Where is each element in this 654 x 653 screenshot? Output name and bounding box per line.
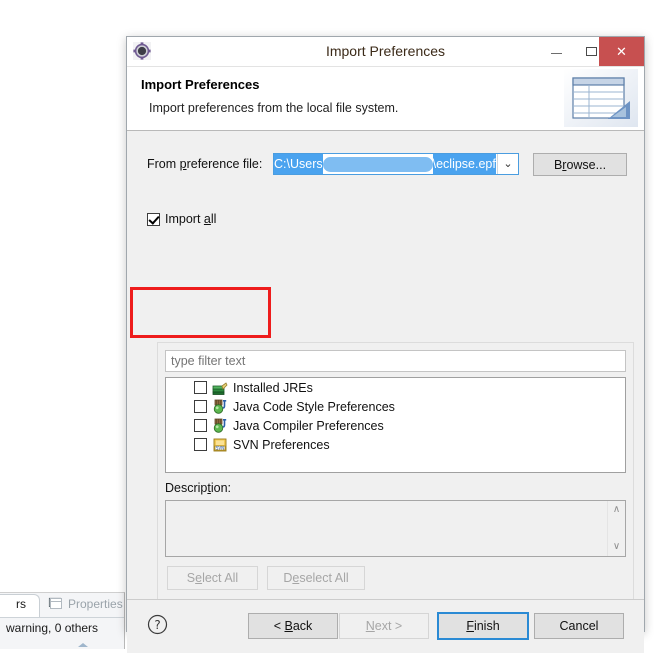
list-item[interactable]: Installed JREs xyxy=(166,378,625,397)
select-all-prefix: S xyxy=(187,571,195,585)
import-all-checkbox[interactable] xyxy=(147,213,160,226)
import-all-accel: a xyxy=(204,212,211,226)
background-tab-row: rs ⌧ Properties xyxy=(0,593,124,618)
dialog-body: From preference file: C:\Users \eclipse.e… xyxy=(127,131,644,599)
background-status-text: warning, 0 others xyxy=(6,621,98,635)
desc-suffix: ion: xyxy=(211,481,231,495)
select-all-suffix: lect All xyxy=(202,571,238,585)
path-prefix: C:\Users xyxy=(274,154,323,174)
scroll-up-icon[interactable]: ∧ xyxy=(608,503,625,517)
preference-file-label: From preference file: xyxy=(147,157,262,171)
maximize-icon xyxy=(586,47,597,56)
cancel-button[interactable]: Cancel xyxy=(534,613,624,639)
collapse-caret-icon xyxy=(78,643,88,647)
preference-file-value[interactable]: C:\Users \eclipse.epf xyxy=(274,154,496,174)
preferences-group-panel: Installed JREs xyxy=(157,342,634,618)
dialog-title-bar: Import Preferences ✕ xyxy=(127,37,644,67)
tree-item-checkbox[interactable] xyxy=(194,381,207,394)
annotation-highlight-rectangle xyxy=(130,287,271,338)
background-view-panel: rs ⌧ Properties warning, 0 others xyxy=(0,592,125,649)
svg-text:?: ? xyxy=(154,618,160,632)
installed-jres-icon xyxy=(212,380,228,396)
path-suffix: \eclipse.epf xyxy=(433,154,496,174)
close-icon: ✕ xyxy=(599,37,644,66)
banner-subtitle: Import preferences from the local file s… xyxy=(149,101,398,115)
import-table-banner-icon xyxy=(564,69,638,127)
preference-file-combo[interactable]: C:\Users \eclipse.epf ⌄ xyxy=(273,153,519,175)
finish-accel: F xyxy=(466,619,474,633)
chevron-down-icon[interactable]: ⌄ xyxy=(497,154,518,174)
back-accel: B xyxy=(284,619,292,633)
next-button[interactable]: Next > xyxy=(339,613,429,639)
scroll-down-icon[interactable]: ∨ xyxy=(608,540,625,554)
description-scrollbar[interactable]: ∧ ∨ xyxy=(607,501,625,556)
list-item-label: Java Compiler Preferences xyxy=(233,419,384,433)
minimize-icon xyxy=(551,53,562,54)
redacted-path-segment xyxy=(323,157,433,172)
banner-title: Import Preferences xyxy=(141,77,260,92)
list-item[interactable]: Java Code Style Preferences xyxy=(166,397,625,416)
desc-prefix: Descrip xyxy=(165,481,207,495)
select-all-button[interactable]: Select All xyxy=(167,566,258,590)
import-all-suffix: ll xyxy=(211,212,217,226)
svg-text:SVN: SVN xyxy=(216,445,224,450)
tree-item-checkbox[interactable] xyxy=(194,419,207,432)
deselect-all-prefix: D xyxy=(283,571,292,585)
list-item-label: Installed JREs xyxy=(233,381,313,395)
browse-button[interactable]: Browse... xyxy=(533,153,627,176)
description-label: Description: xyxy=(165,481,231,495)
background-active-tab-label: rs xyxy=(16,597,26,611)
next-suffix: ext > xyxy=(375,619,402,633)
help-icon[interactable]: ? xyxy=(147,614,168,635)
tree-item-checkbox[interactable] xyxy=(194,438,207,451)
browse-suffix: owse... xyxy=(566,158,606,172)
back-prefix: < xyxy=(274,619,285,633)
dialog-footer: ? < Back Next > Finish Cancel xyxy=(127,599,644,653)
back-button[interactable]: < Back xyxy=(248,613,338,639)
background-properties-tab[interactable]: Properties xyxy=(68,597,123,611)
list-item-label: SVN Preferences xyxy=(233,438,330,452)
label-accel: p xyxy=(180,157,187,171)
svn-preferences-icon: SVN xyxy=(212,437,228,453)
import-all-label: Import all xyxy=(165,212,216,226)
deselect-all-suffix: select All xyxy=(299,571,348,585)
finish-button[interactable]: Finish xyxy=(438,613,528,639)
minimize-button[interactable] xyxy=(539,37,574,66)
preferences-tree[interactable]: Installed JREs xyxy=(165,377,626,473)
import-preferences-dialog: Import Preferences ✕ Import Preferences … xyxy=(126,36,645,632)
import-all-prefix: Import xyxy=(165,212,204,226)
list-item-label: Java Code Style Preferences xyxy=(233,400,395,414)
back-suffix: ack xyxy=(293,619,312,633)
preference-file-row: From preference file: C:\Users \eclipse.e… xyxy=(127,153,644,177)
list-item[interactable]: Java Compiler Preferences xyxy=(166,416,625,435)
java-preferences-icon xyxy=(212,399,228,415)
dialog-banner: Import Preferences Import preferences fr… xyxy=(127,67,644,131)
finish-suffix: inish xyxy=(474,619,500,633)
next-accel: N xyxy=(366,619,375,633)
close-button[interactable]: ✕ xyxy=(599,37,644,66)
java-preferences-icon xyxy=(212,418,228,434)
import-all-row[interactable]: Import all xyxy=(147,212,216,226)
deselect-all-button[interactable]: Deselect All xyxy=(267,566,365,590)
description-textarea[interactable]: ∧ ∨ xyxy=(165,500,626,557)
tree-item-checkbox[interactable] xyxy=(194,400,207,413)
label-suffix: reference file: xyxy=(187,157,263,171)
properties-view-icon xyxy=(50,598,62,609)
label-prefix: From xyxy=(147,157,180,171)
filter-input[interactable] xyxy=(165,350,626,372)
list-item[interactable]: SVN SVN Preferences xyxy=(166,435,625,454)
